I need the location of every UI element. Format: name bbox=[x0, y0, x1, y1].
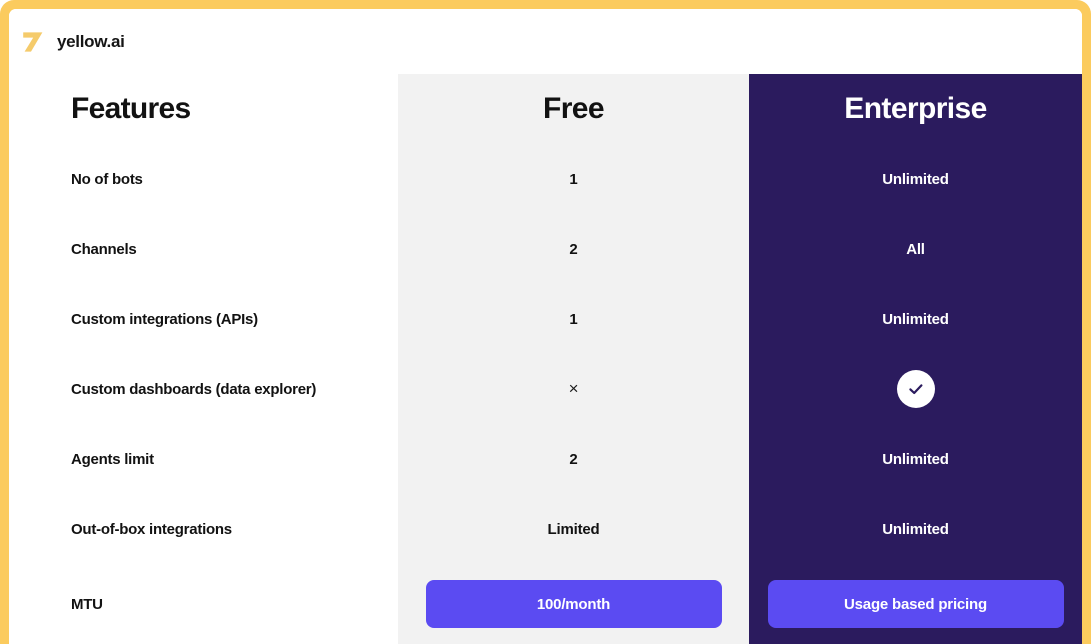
enterprise-plan-title: Enterprise bbox=[844, 92, 987, 125]
pricing-card: yellow.ai Features Free Enterprise No of… bbox=[9, 9, 1082, 644]
comparison-table: Features Free Enterprise No of bots 1 Un… bbox=[9, 74, 1082, 644]
free-value-cell: × bbox=[398, 354, 749, 424]
pricing-comparison-page: yellow.ai Features Free Enterprise No of… bbox=[0, 0, 1091, 644]
enterprise-pricing-button[interactable]: Usage based pricing bbox=[767, 580, 1064, 628]
page-title: Features bbox=[71, 92, 191, 125]
free-value-cell: 1 bbox=[398, 284, 749, 354]
table-row: Custom dashboards (data explorer) bbox=[9, 354, 398, 424]
enterprise-value: Unlimited bbox=[882, 520, 949, 538]
free-pricing-button[interactable]: 100/month bbox=[425, 580, 722, 628]
feature-label: Custom integrations (APIs) bbox=[71, 310, 258, 328]
free-plan-title: Free bbox=[543, 92, 605, 125]
table-row: Agents limit bbox=[9, 424, 398, 494]
brand-bar: yellow.ai bbox=[9, 9, 1082, 74]
free-value: Limited bbox=[547, 520, 600, 538]
feature-label: Out-of-box integrations bbox=[71, 520, 232, 538]
feature-label: MTU bbox=[71, 595, 103, 613]
table-row: No of bots bbox=[9, 144, 398, 214]
yellow-ai-logo-icon bbox=[20, 29, 46, 55]
enterprise-value: All bbox=[906, 240, 925, 258]
check-circle-icon bbox=[896, 370, 935, 408]
feature-label: No of bots bbox=[71, 170, 143, 188]
enterprise-value-cell bbox=[749, 354, 1082, 424]
enterprise-value: Unlimited bbox=[882, 170, 949, 188]
brand-name: yellow.ai bbox=[57, 32, 125, 51]
free-value: 2 bbox=[569, 450, 578, 468]
enterprise-value-cell: Unlimited bbox=[749, 284, 1082, 354]
header-free-plan: Free bbox=[398, 74, 749, 144]
header-enterprise-plan: Enterprise bbox=[749, 74, 1082, 144]
enterprise-value-cell: Unlimited bbox=[749, 144, 1082, 214]
feature-label: Channels bbox=[71, 240, 137, 258]
enterprise-cta-cell: Usage based pricing bbox=[749, 564, 1082, 644]
feature-label: Custom dashboards (data explorer) bbox=[71, 380, 317, 398]
free-cta-cell: 100/month bbox=[398, 564, 749, 644]
free-value: 1 bbox=[569, 170, 578, 188]
free-value: 2 bbox=[569, 240, 578, 258]
header-features: Features bbox=[9, 74, 398, 144]
table-row: MTU bbox=[9, 564, 398, 644]
free-value-cell: 1 bbox=[398, 144, 749, 214]
cross-icon: × bbox=[568, 379, 579, 398]
enterprise-value-cell: Unlimited bbox=[749, 424, 1082, 494]
table-row: Out-of-box integrations bbox=[9, 494, 398, 564]
enterprise-value-cell: Unlimited bbox=[749, 494, 1082, 564]
table-row: Channels bbox=[9, 214, 398, 284]
free-value: 1 bbox=[569, 310, 578, 328]
enterprise-value: Unlimited bbox=[882, 450, 949, 468]
enterprise-value-cell: All bbox=[749, 214, 1082, 284]
free-value-cell: 2 bbox=[398, 424, 749, 494]
free-value-cell: 2 bbox=[398, 214, 749, 284]
free-value-cell: Limited bbox=[398, 494, 749, 564]
table-row: Custom integrations (APIs) bbox=[9, 284, 398, 354]
enterprise-value: Unlimited bbox=[882, 310, 949, 328]
feature-label: Agents limit bbox=[71, 450, 154, 468]
